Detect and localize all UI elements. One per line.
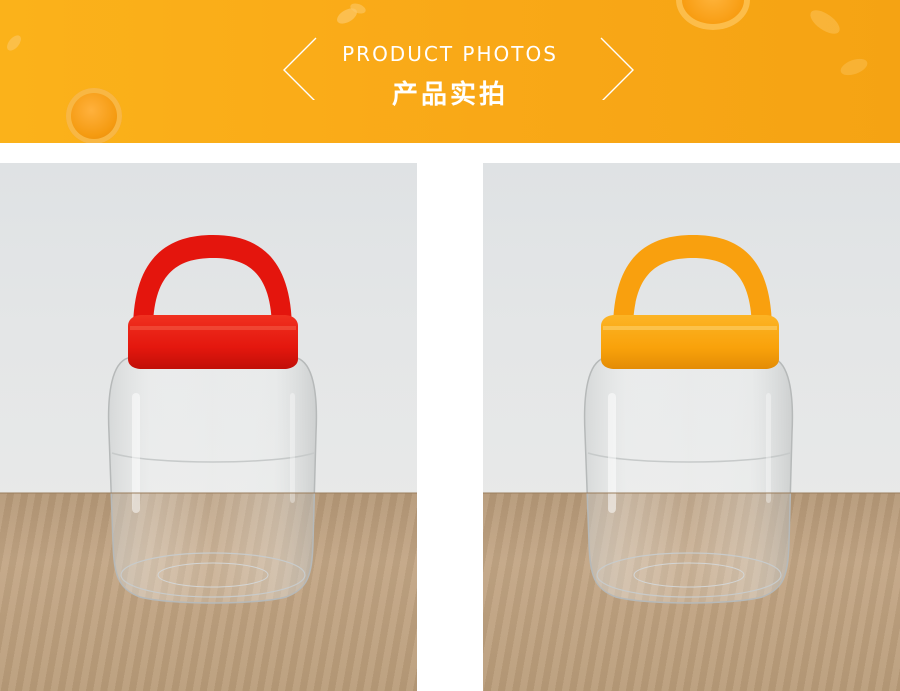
product-photo-red-lid	[0, 163, 417, 691]
product-photo-orange-lid	[483, 163, 900, 691]
jar-red-lid-image	[0, 235, 417, 604]
jar-orange-lid-image	[483, 235, 900, 604]
orange-slice-decoration	[676, 0, 750, 30]
header-banner: PRODUCT PHOTOS 产品实拍	[0, 0, 900, 143]
header-title-cn: 产品实拍	[391, 80, 508, 110]
header-title-en: PRODUCT PHOTOS	[342, 42, 558, 66]
leaf-decoration	[806, 5, 844, 39]
